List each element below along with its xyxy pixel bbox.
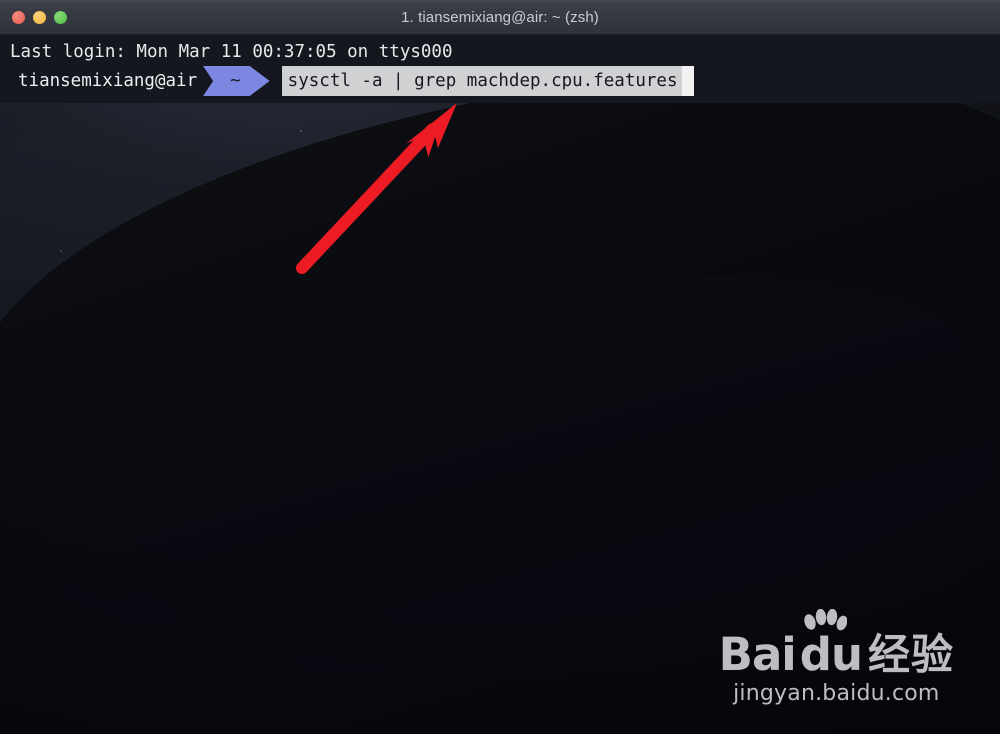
baidu-logo: Bai du 经验 — [718, 609, 954, 681]
prompt-user-host: tiansemixiang@air — [10, 66, 204, 96]
terminal-body[interactable]: Last login: Mon Mar 11 00:37:05 on ttys0… — [0, 35, 1000, 103]
baidu-brand-cn: 经验 — [867, 630, 954, 679]
baidu-brand-bai: Bai — [718, 628, 797, 681]
terminal-titlebar[interactable]: 1. tiansemixiang@air: ~ (zsh) — [0, 0, 1000, 35]
prompt-spacer — [269, 66, 282, 96]
powerline-arrow-icon — [249, 66, 270, 96]
prompt-path: ~ — [221, 66, 250, 96]
screen: 1. tiansemixiang@air: ~ (zsh) Last login… — [0, 0, 1000, 734]
desktop-wallpaper — [0, 0, 1000, 734]
terminal-cursor — [681, 66, 694, 96]
command-input[interactable]: sysctl -a | grep machdep.cpu.features — [281, 66, 682, 96]
window-title: 1. tiansemixiang@air: ~ (zsh) — [401, 8, 599, 26]
baidu-brand-du: du — [798, 609, 863, 677]
minimize-button[interactable] — [33, 11, 46, 24]
baidu-brand-du-text: du — [799, 628, 863, 681]
close-button[interactable] — [12, 11, 25, 24]
powerline-notch-icon — [203, 66, 222, 96]
baidu-url: jingyan.baidu.com — [733, 681, 940, 706]
last-login-line: Last login: Mon Mar 11 00:37:05 on ttys0… — [10, 42, 453, 62]
terminal-window[interactable]: 1. tiansemixiang@air: ~ (zsh) Last login… — [0, 0, 1000, 103]
zoom-button[interactable] — [54, 11, 67, 24]
baidu-watermark: Bai du 经验 jingyan.baidu.com — [718, 609, 954, 706]
prompt-line: tiansemixiang@air ~ sysctl -a | grep mac… — [0, 66, 1000, 96]
paw-print-icon — [804, 609, 847, 631]
window-controls — [12, 0, 67, 35]
